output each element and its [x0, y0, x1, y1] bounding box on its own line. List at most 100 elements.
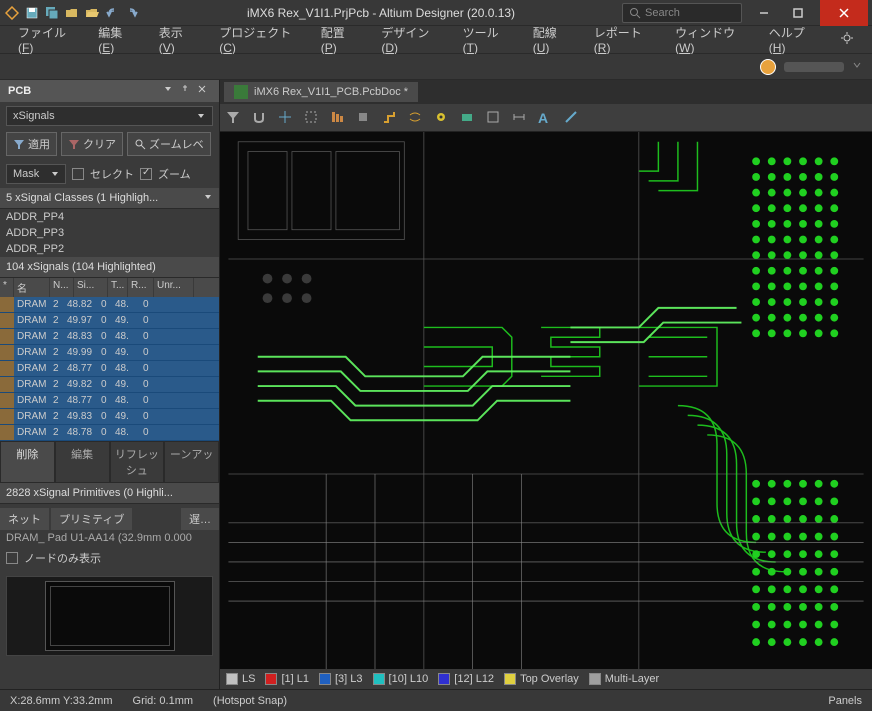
signal-row[interactable]: DRAM248.77048.0 — [0, 393, 219, 409]
funnel-clear-icon — [68, 138, 80, 150]
signals-table[interactable]: DRAM248.82048.0DRAM249.97049.0DRAM248.83… — [0, 297, 219, 441]
save-all-icon[interactable] — [44, 5, 60, 21]
sig-col-header[interactable]: * — [0, 278, 14, 297]
class-item[interactable]: ADDR_PP2 — [0, 241, 219, 257]
layer-bar: LS [1] L1 [3] L3 [10] L10 [12] L12 Top Overla… — [220, 669, 872, 689]
signal-row[interactable]: DRAM249.99049.0 — [0, 345, 219, 361]
class-item[interactable]: ADDR_PP3 — [0, 225, 219, 241]
statusbar: X:28.6mm Y:33.2mm Grid: 0.1mm (Hotspot S… — [0, 689, 872, 711]
zoom-icon — [134, 138, 146, 150]
xsignals-dropdown[interactable]: xSignals — [6, 106, 213, 126]
search-icon — [629, 7, 641, 19]
app-logo-icon — [4, 5, 20, 21]
panel-title: PCB — [0, 80, 219, 102]
delete-button[interactable]: 削除 — [0, 441, 55, 483]
signal-row[interactable]: DRAM248.78048.0 — [0, 425, 219, 441]
route-icon[interactable] — [382, 110, 398, 126]
sig-col-header[interactable]: Unr... — [154, 278, 194, 297]
pcb-layout — [220, 132, 872, 689]
edit-button[interactable]: 編集 — [55, 441, 110, 483]
sig-col-header[interactable]: R... — [128, 278, 154, 297]
text-icon[interactable]: A — [538, 110, 554, 126]
sig-col-header[interactable]: N... — [50, 278, 74, 297]
primitives-header: 2828 xSignal Primitives (0 Highli... — [0, 483, 219, 504]
sig-col-header[interactable]: 名 — [14, 278, 50, 297]
open-icon[interactable] — [64, 5, 80, 21]
classes-header: 5 xSignal Classes (1 Highligh... — [0, 188, 219, 209]
component-icon[interactable] — [356, 110, 372, 126]
layer-3l3[interactable]: [3] L3 — [319, 673, 363, 685]
signals-header: 104 xSignals (104 Highlighted) — [0, 257, 219, 278]
layer-topoverlay[interactable]: Top Overlay — [504, 673, 579, 685]
folder-icon[interactable] — [84, 5, 100, 21]
crosshair-icon[interactable] — [278, 110, 294, 126]
dropdown-icon[interactable] — [163, 84, 177, 98]
class-list[interactable]: ADDR_PP4ADDR_PP3ADDR_PP2 — [0, 209, 219, 257]
clear-button[interactable]: クリア — [61, 132, 123, 156]
sig-col-header[interactable]: T... — [108, 278, 128, 297]
dimension-icon[interactable] — [512, 110, 528, 126]
user-name — [784, 62, 844, 72]
chevron-down-icon[interactable] — [203, 192, 213, 202]
align-icon[interactable] — [330, 110, 346, 126]
diffpair-icon[interactable] — [408, 110, 424, 126]
chevron-down-icon[interactable] — [852, 60, 862, 73]
signal-actions: 削除 編集 リフレッシュ ーンアッ — [0, 441, 219, 483]
close-button[interactable] — [820, 0, 868, 26]
signals-table-header: *名N...Si...T...R...Unr... — [0, 278, 219, 297]
primitive-info: DRAM_ Pad U1-AA14 (32.9mm 0.000 — [0, 530, 219, 546]
zoom-checkbox[interactable] — [140, 168, 152, 180]
layer-1l1[interactable]: [1] L1 — [265, 673, 309, 685]
layer-10l10[interactable]: [10] L10 — [373, 673, 429, 685]
settings-icon[interactable] — [830, 27, 864, 52]
save-icon[interactable] — [24, 5, 40, 21]
pcb-doc-icon — [234, 85, 248, 99]
user-avatar-icon[interactable] — [760, 59, 776, 75]
line-icon[interactable] — [564, 110, 580, 126]
via-icon[interactable] — [434, 110, 450, 126]
funnel-icon — [13, 138, 25, 150]
zoom-button[interactable]: ズームレベ — [127, 132, 211, 156]
polygon-icon[interactable] — [486, 110, 502, 126]
menubar: ファイル (F)編集 (E)表示 (V)プロジェクト (C)配置 (P)デザイン… — [0, 26, 872, 54]
pcb-panel: PCB xSignals 適用 クリア — [0, 80, 220, 689]
refresh-button[interactable]: リフレッシュ — [110, 441, 165, 483]
cleanup-button[interactable]: ーンアッ — [164, 441, 219, 483]
panels-button[interactable]: Panels — [828, 695, 862, 707]
fill-icon[interactable] — [460, 110, 476, 126]
layer-ls[interactable]: LS — [226, 673, 255, 685]
class-item[interactable]: ADDR_PP4 — [0, 209, 219, 225]
tab-net[interactable]: ネット — [0, 508, 49, 530]
userbar — [0, 54, 872, 80]
pin-icon[interactable] — [180, 84, 194, 98]
snap-icon[interactable] — [252, 110, 268, 126]
chevron-down-icon — [196, 111, 206, 121]
sig-col-header[interactable]: Si... — [74, 278, 108, 297]
snap-readout: (Hotspot Snap) — [213, 695, 287, 707]
signal-row[interactable]: DRAM248.82048.0 — [0, 297, 219, 313]
signal-row[interactable]: DRAM248.83048.0 — [0, 329, 219, 345]
panel-close-icon[interactable] — [197, 84, 211, 98]
coord-readout: X:28.6mm Y:33.2mm — [10, 695, 113, 707]
select-checkbox[interactable] — [72, 168, 84, 180]
pcb-canvas[interactable]: LS [1] L1 [3] L3 [10] L10 [12] L12 Top Overla… — [220, 132, 872, 689]
layer-12l12[interactable]: [12] L12 — [438, 673, 494, 685]
mask-dropdown[interactable]: Mask — [6, 164, 66, 184]
nodeonly-checkbox[interactable] — [6, 552, 18, 564]
redo-icon[interactable] — [124, 5, 140, 21]
document-tabs: iMX6 Rex_V1I1_PCB.PcbDoc * — [220, 80, 872, 104]
board-thumbnail[interactable] — [6, 576, 213, 656]
signal-row[interactable]: DRAM249.97049.0 — [0, 313, 219, 329]
filter-icon[interactable] — [226, 110, 242, 126]
tab-primitive[interactable]: プリミティブ — [51, 508, 132, 530]
apply-button[interactable]: 適用 — [6, 132, 57, 156]
layer-multilayer[interactable]: Multi-Layer — [589, 673, 659, 685]
tab-delay[interactable]: 遅… — [181, 508, 219, 530]
signal-row[interactable]: DRAM248.77048.0 — [0, 361, 219, 377]
undo-icon[interactable] — [104, 5, 120, 21]
signal-row[interactable]: DRAM249.82049.0 — [0, 377, 219, 393]
doc-tab-pcb[interactable]: iMX6 Rex_V1I1_PCB.PcbDoc * — [224, 82, 418, 102]
signal-row[interactable]: DRAM249.83049.0 — [0, 409, 219, 425]
window-title: iMX6 Rex_V1I1.PrjPcb - Altium Designer (… — [140, 6, 622, 20]
select-rect-icon[interactable] — [304, 110, 320, 126]
